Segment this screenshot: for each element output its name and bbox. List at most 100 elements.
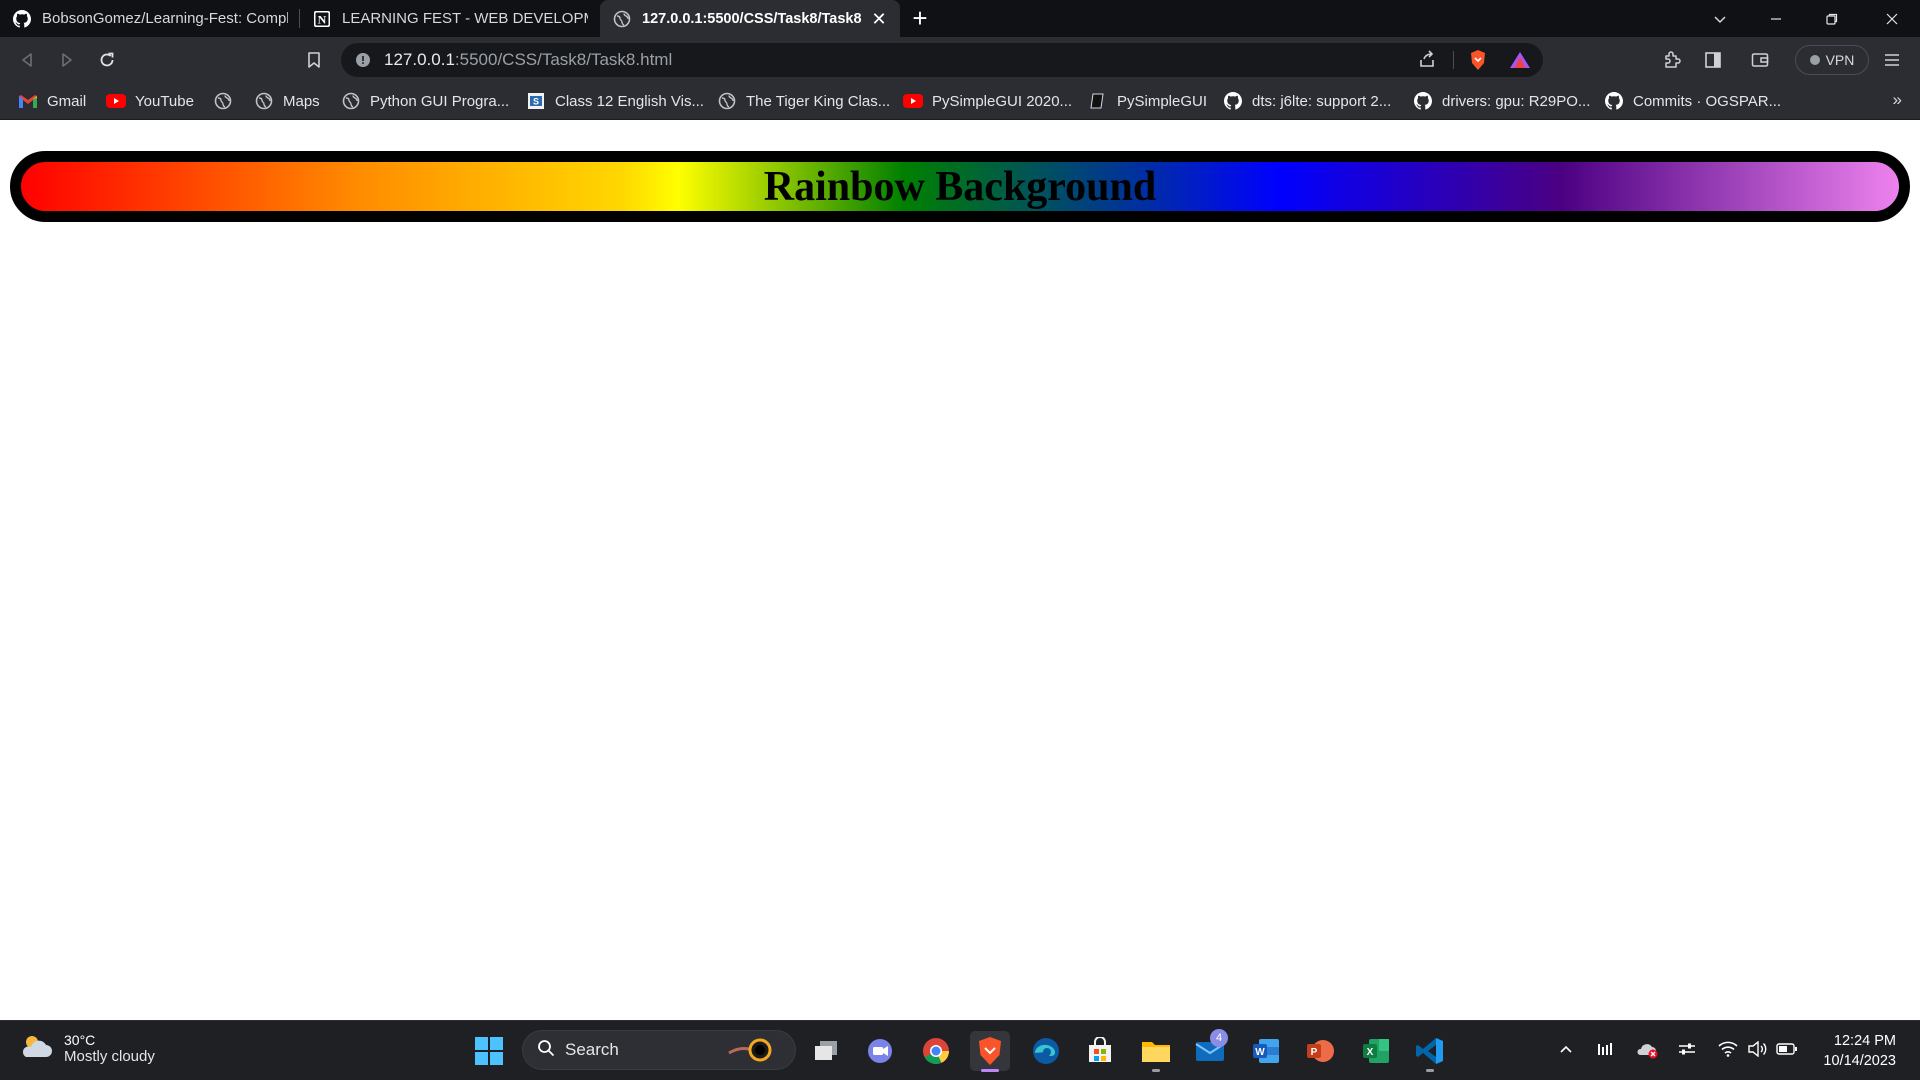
bookmark-dts[interactable]: dts: j6lte: support 2... — [1223, 91, 1391, 111]
bookmark-label: drivers: gpu: R29PO... — [1442, 92, 1591, 110]
search-icon — [537, 1039, 555, 1062]
brave-rewards-icon[interactable] — [1509, 51, 1531, 74]
bookmark-label: Class 12 English Vis... — [555, 92, 704, 110]
gmail-icon — [18, 91, 38, 111]
address-bar[interactable]: 127.0.0.1:5500/CSS/Task8/Task8.html — [341, 43, 1543, 77]
weather-temp: 30°C — [64, 1032, 96, 1048]
sidebar-icon[interactable] — [1698, 45, 1728, 75]
running-indicator — [1426, 1069, 1434, 1072]
more-bookmarks-icon[interactable]: » — [1893, 90, 1902, 110]
vpn-button[interactable]: VPN — [1795, 45, 1869, 75]
bookmark-label: PySimpleGUI — [1117, 92, 1208, 110]
word-icon[interactable]: W — [1246, 1031, 1286, 1071]
rainbow-banner: Rainbow Background — [10, 151, 1910, 222]
excel-icon[interactable]: X — [1356, 1031, 1396, 1071]
close-tab-icon[interactable]: ✕ — [870, 10, 888, 28]
bookmark-icon[interactable] — [299, 45, 329, 75]
search-label: Search — [565, 1040, 619, 1059]
tab-title: BobsonGomez/Learning-Fest: Complete — [42, 10, 288, 27]
share-icon[interactable] — [1417, 50, 1437, 75]
svg-text:W: W — [1255, 1047, 1265, 1058]
globe-icon — [717, 91, 737, 111]
file-explorer-icon[interactable] — [1136, 1031, 1176, 1072]
svg-text:P: P — [1311, 1047, 1318, 1058]
bookmark-globe[interactable] — [213, 91, 233, 111]
url-host: 127.0.0.1 — [384, 50, 455, 69]
tab-search-chevron-icon[interactable] — [1692, 0, 1748, 37]
wallet-icon[interactable] — [1745, 45, 1775, 75]
minimize-icon[interactable] — [1748, 0, 1804, 37]
active-indicator — [981, 1069, 999, 1072]
bookmark-drivers-gpu[interactable]: drivers: gpu: R29PO... — [1413, 91, 1590, 111]
tab-github[interactable]: BobsonGomez/Learning-Fest: Complete — [0, 0, 300, 37]
sliders-icon[interactable] — [1678, 1041, 1696, 1062]
teams-chat-icon[interactable] — [860, 1031, 900, 1071]
vscode-icon[interactable] — [1410, 1031, 1450, 1072]
bookmark-maps[interactable]: Maps — [254, 91, 320, 111]
task-view-icon[interactable] — [806, 1031, 846, 1071]
edge-icon[interactable] — [1026, 1031, 1066, 1071]
bookmarks-bar: Gmail YouTube Maps Python GUI Progra... … — [0, 82, 1920, 120]
url-text[interactable]: 127.0.0.1:5500/CSS/Task8/Task8.html — [384, 50, 672, 70]
brave-shields-icon[interactable] — [1468, 49, 1488, 76]
extensions-icon[interactable] — [1657, 45, 1687, 75]
globe-icon — [254, 91, 274, 111]
brave-browser-icon[interactable] — [970, 1031, 1010, 1072]
divider — [1453, 51, 1454, 69]
new-tab-button[interactable]: + — [900, 0, 940, 37]
site-icon: S — [526, 91, 546, 111]
bookmark-pysimplegui-2020[interactable]: PySimpleGUI 2020... — [903, 91, 1072, 111]
globe-icon — [341, 91, 361, 111]
bookmark-label: Maps — [283, 92, 320, 110]
mail-icon[interactable]: 4 — [1190, 1029, 1230, 1071]
chrome-icon[interactable] — [916, 1031, 956, 1071]
bookmark-gmail[interactable]: Gmail — [18, 91, 86, 111]
bookmark-label: Gmail — [47, 92, 87, 110]
url-path: :5500/CSS/Task8/Task8.html — [454, 50, 673, 69]
menu-icon[interactable] — [1877, 45, 1907, 75]
search-highlight-icon — [727, 1035, 787, 1070]
reload-icon[interactable] — [92, 45, 122, 75]
taskbar-search[interactable]: Search — [522, 1030, 796, 1070]
globe-icon — [213, 91, 233, 111]
bookmark-tiger-king[interactable]: The Tiger King Clas... — [717, 91, 890, 111]
tab-notion[interactable]: N LEARNING FEST - WEB DEVELOPMENT — [300, 0, 600, 37]
site-info-icon[interactable] — [355, 52, 371, 73]
audio-meter-icon[interactable] — [1597, 1041, 1615, 1062]
bookmark-label: dts: j6lte: support 2... — [1252, 92, 1392, 110]
back-icon[interactable] — [12, 45, 42, 75]
bookmark-pysimplegui[interactable]: PySimpleGUI — [1088, 91, 1207, 111]
mail-badge: 4 — [1210, 1029, 1228, 1047]
tab-title: LEARNING FEST - WEB DEVELOPMENT — [342, 10, 588, 27]
tray-chevron-up-icon[interactable] — [1558, 1041, 1574, 1062]
bookmark-youtube[interactable]: YouTube — [106, 91, 194, 111]
tab-title: 127.0.0.1:5500/CSS/Task8/Task8.html — [642, 10, 862, 27]
wifi-icon[interactable] — [1718, 1041, 1738, 1062]
globe-icon — [612, 9, 632, 29]
bookmark-label: Commits · OGSPAR... — [1633, 92, 1782, 110]
bookmark-label: Python GUI Progra... — [370, 92, 510, 110]
github-icon — [12, 9, 32, 29]
github-icon — [1223, 91, 1243, 111]
forward-icon[interactable] — [52, 45, 82, 75]
microsoft-store-icon[interactable] — [1080, 1031, 1120, 1071]
bookmark-class12[interactable]: S Class 12 English Vis... — [526, 91, 704, 111]
tab-strip: BobsonGomez/Learning-Fest: Complete N LE… — [0, 0, 1920, 37]
bookmark-commits[interactable]: Commits · OGSPAR... — [1604, 91, 1781, 111]
close-window-icon[interactable] — [1864, 0, 1920, 37]
volume-icon[interactable] — [1747, 1040, 1767, 1062]
restore-icon[interactable] — [1804, 0, 1860, 37]
page-viewport: Rainbow Background — [0, 120, 1920, 1020]
start-button[interactable] — [469, 1031, 509, 1071]
github-icon — [1413, 91, 1433, 111]
tab-active-task8[interactable]: 127.0.0.1:5500/CSS/Task8/Task8.html ✕ — [600, 0, 900, 37]
svg-text:S: S — [533, 97, 539, 107]
system-clock[interactable]: 12:24 PM 10/14/2023 — [1823, 1031, 1896, 1071]
weather-desc: Mostly cloudy — [64, 1048, 155, 1065]
weather-widget[interactable]: 30°C Mostly cloudy — [18, 1031, 155, 1066]
battery-icon[interactable] — [1776, 1041, 1798, 1062]
powerpoint-icon[interactable]: P — [1300, 1031, 1340, 1071]
bookmark-python-gui[interactable]: Python GUI Progra... — [341, 91, 509, 111]
onedrive-error-icon[interactable] — [1637, 1041, 1659, 1064]
bookmark-label: YouTube — [135, 92, 194, 110]
